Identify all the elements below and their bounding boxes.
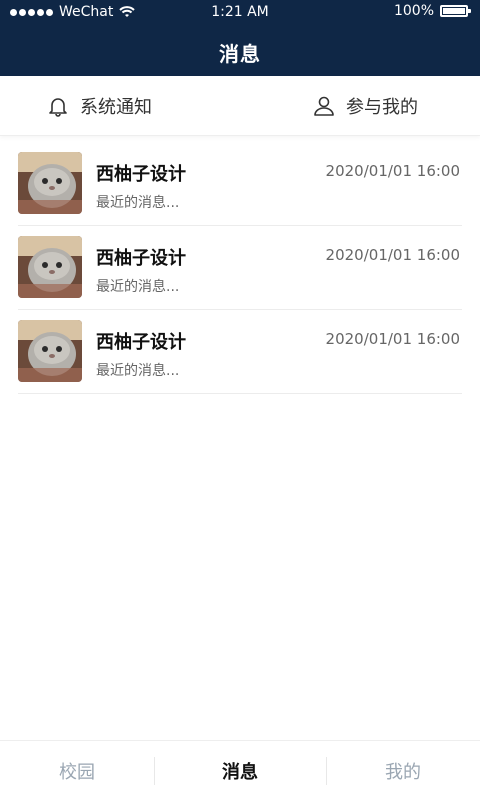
bell-icon — [49, 98, 67, 117]
nav-campus[interactable]: 校园 — [0, 741, 154, 800]
message-date: 2020/01/01 16:00 — [325, 330, 460, 348]
list-item[interactable]: 西柚子设计 最近的消息... 2020/01/01 16:00 — [18, 226, 462, 310]
avatar — [18, 152, 82, 214]
app-header: WeChat 1:21 AM 100% 消息 — [0, 0, 480, 76]
message-date: 2020/01/01 16:00 — [325, 246, 460, 264]
list-item[interactable]: 西柚子设计 最近的消息... 2020/01/01 16:00 — [18, 142, 462, 226]
message-list: 西柚子设计 最近的消息... 2020/01/01 16:00 西柚子设计 最近… — [18, 142, 462, 394]
avatar — [18, 320, 82, 382]
bottom-nav: 校园 消息 我的 — [0, 740, 480, 800]
tab-label: 系统通知 — [80, 97, 152, 118]
page-title: 消息 — [219, 42, 261, 66]
sender-name: 西柚子设计 — [96, 164, 186, 185]
nav-messages[interactable]: 消息 — [154, 741, 326, 800]
status-bar: WeChat 1:21 AM 100% — [0, 0, 480, 24]
battery-text: 100% — [393, 3, 434, 19]
message-preview: 最近的消息... — [96, 195, 180, 211]
tab-system-notice[interactable]: 系统通知 — [46, 76, 152, 136]
battery-icon — [440, 5, 471, 17]
message-tabs: 系统通知 参与我的 — [0, 76, 480, 136]
tab-involving-me[interactable]: 参与我的 — [312, 76, 418, 136]
message-preview: 最近的消息... — [96, 279, 180, 295]
tab-label: 参与我的 — [346, 97, 418, 118]
message-date: 2020/01/01 16:00 — [325, 162, 460, 180]
message-preview: 最近的消息... — [96, 363, 180, 379]
avatar — [18, 236, 82, 298]
sender-name: 西柚子设计 — [96, 248, 186, 269]
list-item[interactable]: 西柚子设计 最近的消息... 2020/01/01 16:00 — [18, 310, 462, 394]
sender-name: 西柚子设计 — [96, 332, 186, 353]
battery-area: 100% — [393, 3, 471, 19]
nav-mine[interactable]: 我的 — [326, 741, 480, 800]
person-icon — [314, 96, 334, 116]
